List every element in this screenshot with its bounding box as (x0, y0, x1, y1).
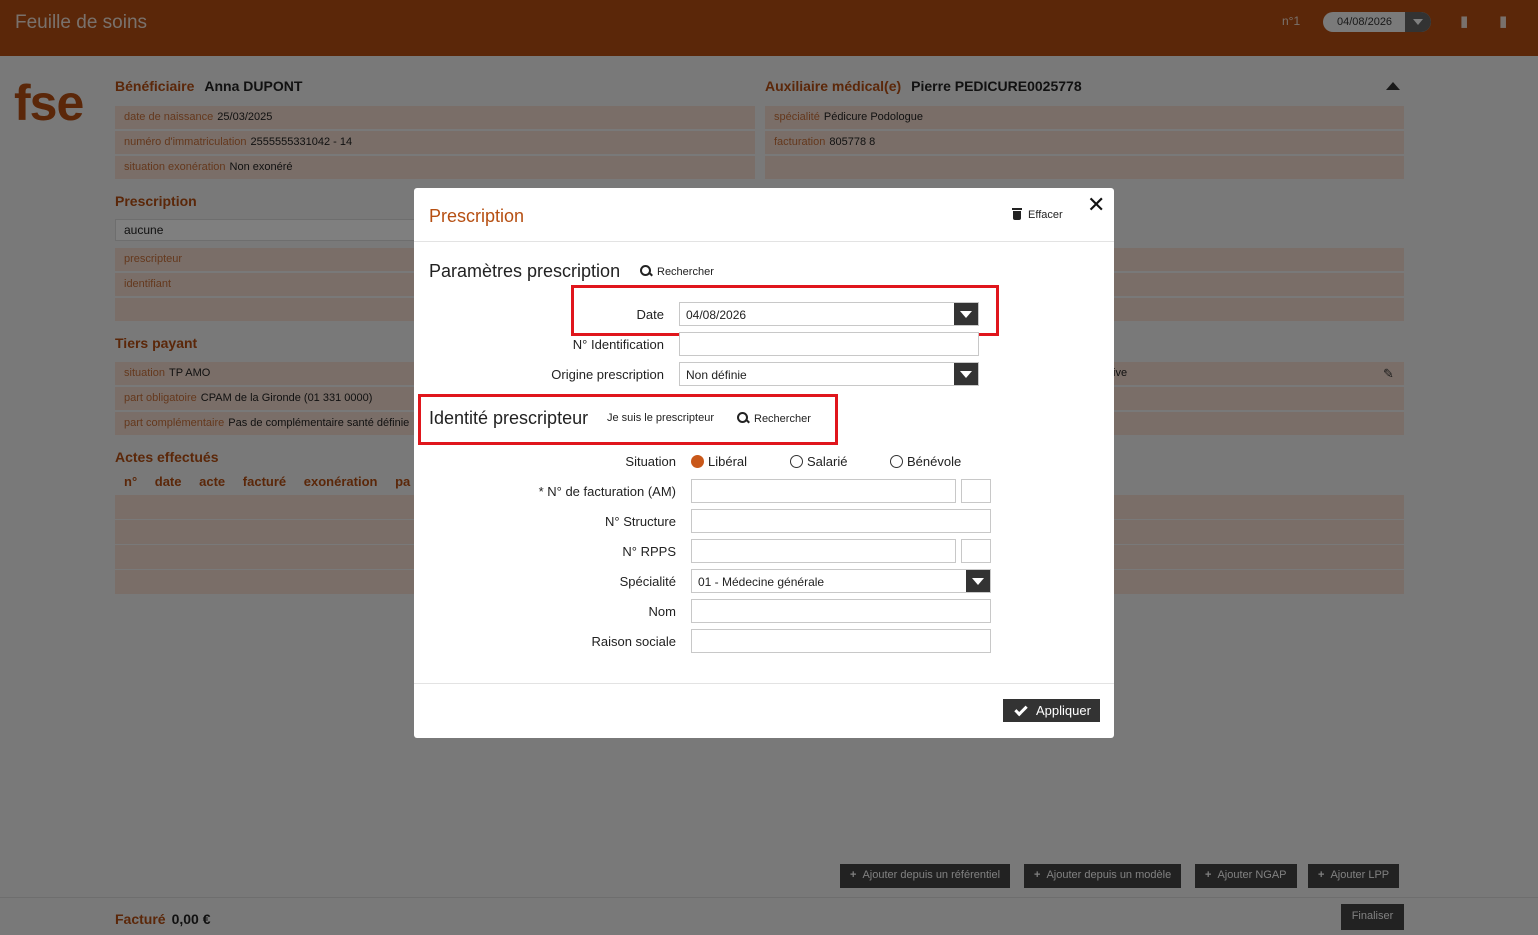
date-value: 04/08/2026 (686, 308, 747, 322)
nom-input[interactable] (691, 599, 991, 623)
specialite-select[interactable]: 01 - Médecine générale (691, 569, 991, 593)
specialite-label: Spécialité (619, 574, 676, 589)
radio-benevole[interactable]: Bénévole (890, 454, 961, 469)
facturation-input[interactable] (691, 479, 956, 503)
chevron-down-icon[interactable] (954, 303, 978, 325)
facturation-key-input[interactable] (961, 479, 991, 503)
radio-dot (890, 455, 903, 468)
radio-salarie[interactable]: Salarié (790, 454, 847, 469)
rpps-label: N° RPPS (622, 544, 676, 559)
structure-input[interactable] (691, 509, 991, 533)
nom-label: Nom (648, 604, 676, 619)
divider (414, 683, 1114, 684)
search-label: Rechercher (754, 413, 811, 425)
radio-dot-selected (691, 455, 704, 468)
clear-label: Effacer (1028, 209, 1063, 221)
search-icon (737, 412, 749, 424)
date-select[interactable]: 04/08/2026 (679, 302, 979, 326)
divider (414, 241, 1114, 242)
params-section-title: Paramètres prescription (429, 261, 621, 281)
rpps-input[interactable] (691, 539, 956, 563)
radio-dot (790, 455, 803, 468)
situation-label: Situation (625, 454, 676, 469)
identity-section-title: Identité prescripteur (429, 408, 589, 428)
origine-value: Non définie (686, 368, 747, 382)
apply-label: Appliquer (1036, 703, 1091, 718)
raison-input[interactable] (691, 629, 991, 653)
specialite-value: 01 - Médecine générale (698, 575, 825, 589)
raison-label: Raison sociale (591, 634, 676, 649)
identification-input[interactable] (679, 332, 979, 356)
rpps-key-input[interactable] (961, 539, 991, 563)
radio-liberal[interactable]: Libéral (691, 454, 747, 469)
clear-button[interactable]: Effacer (1012, 208, 1063, 221)
radio-label: Salarié (807, 454, 848, 469)
facturation-label: * N° de facturation (AM) (538, 484, 676, 499)
date-label: Date (636, 307, 664, 322)
radio-label: Bénévole (907, 454, 962, 469)
prescription-dialog: Prescription Effacer ✕ Paramètres prescr… (414, 188, 1114, 738)
search-label: Rechercher (657, 266, 714, 278)
origine-label: Origine prescription (551, 367, 664, 382)
radio-label: Libéral (708, 454, 748, 469)
chevron-down-icon[interactable] (954, 363, 978, 385)
search-prescriber-button[interactable]: Rechercher (737, 412, 811, 425)
check-icon (1014, 702, 1028, 717)
apply-button[interactable]: Appliquer (1003, 699, 1100, 722)
identification-label: N° Identification (572, 337, 664, 352)
chevron-down-icon[interactable] (966, 570, 990, 592)
close-icon[interactable]: ✕ (1087, 192, 1105, 218)
search-icon (640, 265, 652, 277)
structure-label: N° Structure (605, 514, 676, 529)
origine-select[interactable]: Non définie (679, 362, 979, 386)
trash-icon (1012, 208, 1022, 220)
i-am-prescriber-button[interactable]: Je suis le prescripteur (607, 412, 714, 424)
search-params-button[interactable]: Rechercher (640, 265, 714, 278)
dialog-title: Prescription (429, 206, 525, 226)
